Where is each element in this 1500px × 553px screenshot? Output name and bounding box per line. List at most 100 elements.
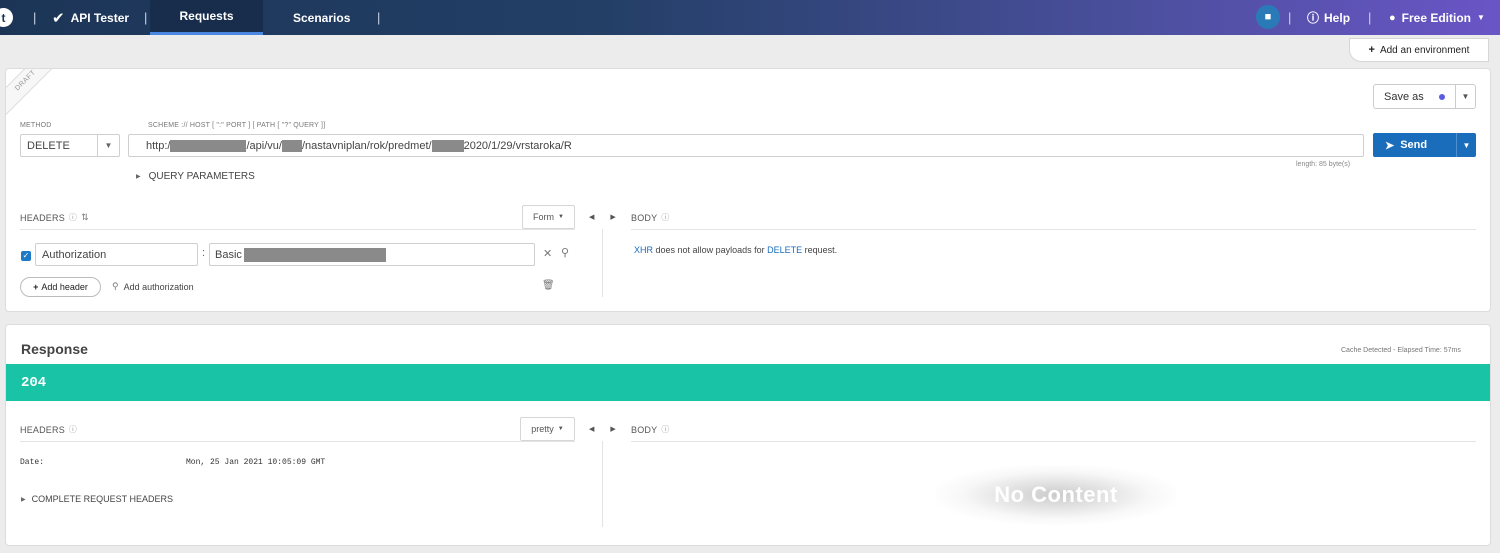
query-parameters-label: QUERY PARAMETERS bbox=[148, 171, 255, 182]
chat-icon[interactable]: ■ bbox=[1256, 5, 1280, 29]
headers-label: HEADERS bbox=[20, 212, 65, 223]
divider bbox=[20, 229, 575, 230]
pretty-select[interactable]: pretty ▼ bbox=[520, 417, 575, 441]
status-code-bar: 204 bbox=[6, 364, 1490, 401]
headers-label: HEADERS bbox=[20, 424, 65, 435]
add-environment-label: Add an environment bbox=[1379, 44, 1470, 56]
question-icon[interactable]: ⓘ bbox=[69, 424, 77, 435]
form-select[interactable]: Form ▼ bbox=[522, 205, 575, 229]
question-icon[interactable]: ⓘ bbox=[661, 424, 669, 435]
divider bbox=[602, 229, 603, 297]
redacted-block bbox=[431, 139, 464, 152]
response-header-key: Date: bbox=[20, 458, 45, 467]
chevron-down-icon: ▼ bbox=[97, 135, 119, 156]
send-button[interactable]: ➤ Send ▼ bbox=[1373, 133, 1476, 157]
help-circle-icon: ⓘ bbox=[1307, 11, 1320, 25]
no-content-message: No Content bbox=[936, 465, 1176, 525]
method-link[interactable]: DELETE bbox=[767, 245, 802, 255]
user-icon: ● bbox=[1389, 11, 1396, 24]
paper-plane-icon: ➤ bbox=[1385, 139, 1395, 152]
method-select[interactable]: DELETE ▼ bbox=[20, 134, 120, 157]
arrow-left-icon[interactable]: ◀ bbox=[589, 213, 594, 221]
add-authorization-button[interactable]: ⚲ Add authorization bbox=[112, 281, 194, 292]
separator: | bbox=[144, 10, 148, 25]
arrow-left-icon[interactable]: ◀ bbox=[589, 425, 594, 433]
redacted-block bbox=[243, 247, 386, 262]
body-label: BODY bbox=[631, 424, 658, 435]
edition-menu[interactable]: ● Free Edition ▼ bbox=[1389, 0, 1485, 35]
separator: | bbox=[377, 10, 381, 25]
response-headers-section-label: HEADERS ⓘ bbox=[20, 424, 77, 435]
chevron-down-icon: ▼ bbox=[558, 214, 564, 220]
separator: | bbox=[1288, 10, 1292, 25]
separator: | bbox=[1368, 10, 1372, 25]
panel-toggle-arrows: ◀ ▶ bbox=[589, 425, 616, 433]
request-panel: DRAFT Save as ▼ METHOD SCHEME :// HOST [… bbox=[5, 68, 1491, 312]
sort-icon[interactable]: ⇅ bbox=[81, 212, 89, 223]
arrow-right-icon[interactable]: ▶ bbox=[610, 213, 615, 221]
cache-info: Cache Detected - Elapsed Time: 57ms bbox=[1341, 347, 1461, 354]
app-logo[interactable]: t bbox=[0, 8, 13, 27]
top-bar: t | ✔︎ API Tester | Requests Scenarios |… bbox=[0, 0, 1500, 35]
response-body-section-label: BODY ⓘ bbox=[631, 424, 670, 435]
arrow-right-icon[interactable]: ▶ bbox=[610, 425, 615, 433]
url-format-label: SCHEME :// HOST [ ":" PORT ] [ PATH [ "?… bbox=[148, 122, 326, 129]
redacted-block bbox=[281, 139, 302, 152]
chevron-down-icon: ▼ bbox=[1477, 13, 1485, 22]
complete-request-headers-toggle[interactable]: ▶ COMPLETE REQUEST HEADERS bbox=[21, 494, 173, 504]
status-dot-icon bbox=[1439, 93, 1445, 100]
send-label: Send bbox=[1400, 139, 1428, 151]
url-part: 2020/1/29/vrstaroka/R bbox=[463, 139, 572, 152]
plus-icon: + bbox=[1368, 44, 1375, 56]
tab-scenarios[interactable]: Scenarios bbox=[293, 0, 350, 35]
body-message-end: request. bbox=[804, 245, 838, 255]
key-icon: ⚲ bbox=[112, 281, 119, 291]
add-header-button[interactable]: + Add header bbox=[20, 277, 101, 297]
header-name-input[interactable]: Authorization bbox=[35, 243, 198, 266]
url-part: /api/vu/ bbox=[246, 139, 282, 152]
add-authorization-label: Add authorization bbox=[123, 281, 194, 292]
trash-icon[interactable]: 🗑︎ bbox=[542, 280, 555, 291]
close-icon[interactable]: ✕ bbox=[543, 247, 552, 260]
divider bbox=[602, 441, 603, 527]
query-parameters-toggle[interactable]: ▶ QUERY PARAMETERS bbox=[136, 171, 255, 182]
colon-separator: : bbox=[202, 247, 206, 259]
url-part: http:/ bbox=[146, 139, 171, 152]
divider bbox=[20, 441, 575, 442]
save-as-button[interactable]: Save as ▼ bbox=[1373, 84, 1476, 109]
divider bbox=[631, 441, 1476, 442]
header-enabled-checkbox[interactable]: ✓ bbox=[21, 251, 31, 261]
response-title: Response bbox=[21, 341, 88, 357]
body-label: BODY bbox=[631, 212, 658, 223]
app-title[interactable]: ✔︎ API Tester bbox=[52, 0, 129, 35]
response-header-value: Mon, 25 Jan 2021 10:05:09 GMT bbox=[186, 458, 326, 467]
method-label: METHOD bbox=[20, 122, 52, 129]
add-header-label: Add header bbox=[41, 282, 88, 292]
url-input[interactable]: http:/ /api/vu/ /nastavniplan/rok/predme… bbox=[128, 134, 1364, 157]
triangle-right-icon: ▶ bbox=[21, 496, 26, 503]
body-message-text: does not allow payloads for bbox=[655, 245, 765, 255]
body-message: XHR does not allow payloads for DELETE r… bbox=[634, 245, 837, 255]
header-value-input[interactable]: Basic bbox=[209, 243, 535, 266]
tab-requests[interactable]: Requests bbox=[150, 0, 263, 35]
add-environment-button[interactable]: + Add an environment bbox=[1349, 38, 1489, 62]
question-icon[interactable]: ⓘ bbox=[661, 212, 669, 223]
chevron-down-icon[interactable]: ▼ bbox=[1456, 133, 1476, 157]
header-value-prefix: Basic bbox=[215, 248, 242, 261]
edition-label: Free Edition bbox=[1401, 10, 1471, 25]
form-label: Form bbox=[533, 212, 555, 222]
app-name: API Tester bbox=[70, 10, 130, 25]
help-label: Help bbox=[1324, 10, 1351, 25]
save-as-label: Save as bbox=[1384, 90, 1424, 103]
chevron-down-icon: ▼ bbox=[557, 426, 564, 432]
xhr-link[interactable]: XHR bbox=[634, 245, 653, 255]
chevron-down-icon[interactable]: ▼ bbox=[1455, 85, 1475, 108]
key-icon[interactable]: ⚲ bbox=[561, 246, 569, 259]
help-button[interactable]: ⓘ Help bbox=[1307, 0, 1350, 35]
pretty-label: pretty bbox=[531, 424, 554, 434]
complete-headers-label: COMPLETE REQUEST HEADERS bbox=[31, 494, 173, 504]
redacted-block bbox=[170, 139, 247, 152]
panel-toggle-arrows: ◀ ▶ bbox=[589, 213, 616, 221]
question-icon[interactable]: ⓘ bbox=[69, 212, 77, 223]
method-value: DELETE bbox=[27, 139, 70, 152]
